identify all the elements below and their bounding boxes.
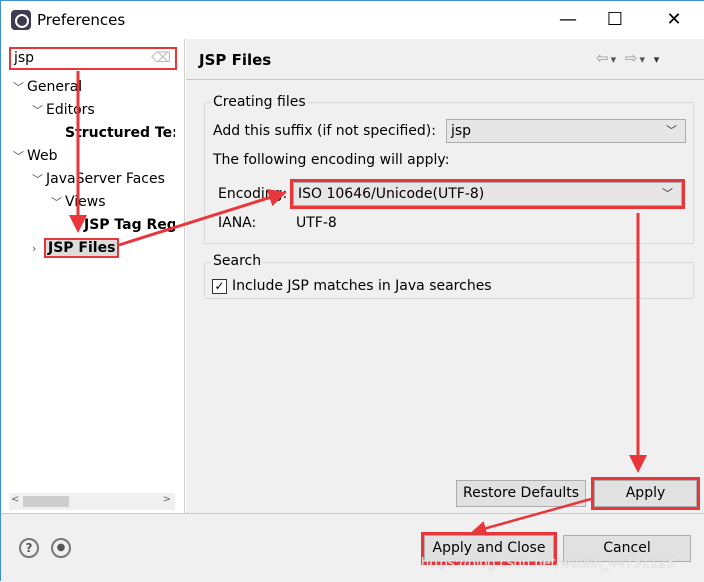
annotation-arrows xyxy=(69,71,647,536)
arrow-apply-to-apply-close xyxy=(471,497,592,536)
preferences-window: Preferences — ☐ ✕ jsp ⌫ ﹀ General ﹀ Editors S… xyxy=(0,0,704,582)
arrow-jsp-files-to-encoding xyxy=(118,189,287,247)
